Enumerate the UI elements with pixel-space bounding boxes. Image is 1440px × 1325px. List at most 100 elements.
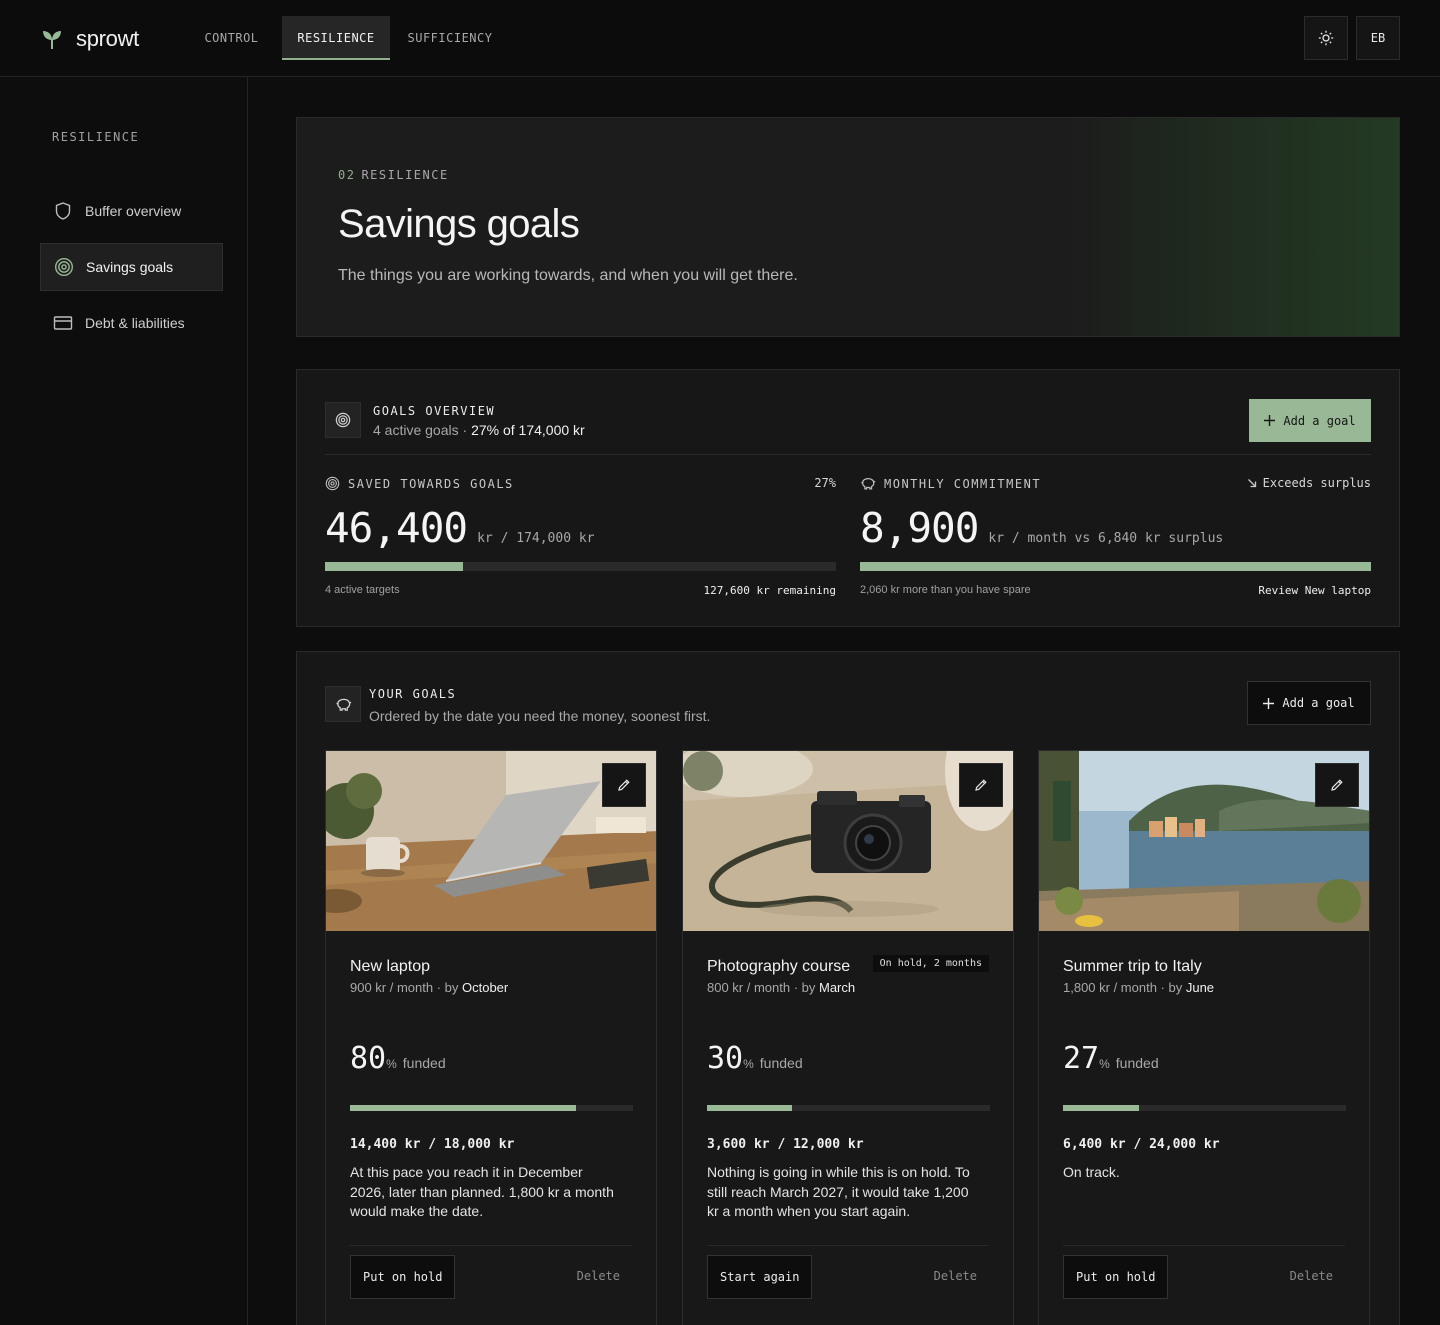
goal-name: New laptop — [350, 958, 431, 975]
overview-subtitle: 4 active goals · 27% of 174,000 kr — [373, 422, 585, 438]
goal-progress-bar — [1063, 1105, 1346, 1111]
monthly-value: 8,900 — [860, 504, 979, 552]
review-new-laptop-link[interactable]: Review New laptop — [1258, 584, 1371, 597]
add-goal-button-secondary[interactable]: Add a goal — [1247, 681, 1371, 725]
sidebar-item-savings-goals[interactable]: Savings goals — [40, 243, 223, 291]
goal-progress-fill — [350, 1105, 577, 1111]
goal-card-photography-course: Photography course On hold, 2 months 800… — [682, 750, 1014, 1325]
goal-percent-sign: % — [386, 1057, 397, 1071]
goal-funded-label: funded — [402, 1055, 446, 1071]
logo[interactable]: sprowt — [42, 26, 139, 52]
goal-funded-label: funded — [759, 1055, 803, 1071]
tab-control[interactable]: CONTROL — [189, 16, 274, 60]
put-on-hold-button[interactable]: Put on hold — [350, 1255, 456, 1299]
sun-icon — [1318, 30, 1334, 46]
goal-progress-fill — [1063, 1105, 1140, 1111]
goal-name: Summer trip to Italy — [1063, 958, 1202, 975]
exceeds-surplus-flag: Exceeds surplus — [1247, 476, 1371, 490]
sidebar-item-label: Savings goals — [86, 259, 174, 275]
monthly-amount: 8,900 kr / month vs 6,840 kr surplus — [860, 504, 1223, 552]
saved-unit: kr / 174,000 kr — [477, 531, 595, 546]
add-goal-label: Add a goal — [1282, 696, 1355, 710]
goal-progress-fill — [707, 1105, 792, 1111]
goal-card-summer-trip-italy: Summer trip to Italy 1,800 kr / month · … — [1038, 750, 1370, 1325]
delete-goal-button[interactable]: Delete — [934, 1269, 977, 1283]
goal-note: Nothing is going in while this is on hol… — [707, 1164, 970, 1219]
goal-card-new-laptop: New laptop 900 kr / month · by October 8… — [325, 750, 657, 1325]
sidebar: RESILIENCE Buffer overview Savings goals… — [0, 77, 248, 1325]
target-icon — [335, 412, 351, 428]
goal-amount: 6,400 kr / 24,000 kr — [1063, 1137, 1220, 1152]
overview-goal-count: 4 active goals · — [373, 422, 472, 438]
goal-amount: 14,400 kr / 18,000 kr — [350, 1137, 515, 1152]
goal-progress-bar — [707, 1105, 990, 1111]
monthly-label-text: MONTHLY COMMITMENT — [884, 476, 1042, 491]
goal-percent-sign: % — [1099, 1057, 1110, 1071]
goal-target-month: October — [462, 980, 509, 995]
goal-percent: 30 — [707, 1041, 744, 1076]
goal-funded: 80 % funded — [350, 1041, 446, 1076]
saved-label: SAVED TOWARDS GOALS — [325, 476, 514, 491]
saved-progress-bar — [325, 562, 836, 571]
edit-goal-button[interactable] — [602, 763, 646, 807]
delete-goal-button[interactable]: Delete — [577, 1269, 620, 1283]
goal-name: Photography course — [707, 958, 851, 975]
saved-percent: 27% — [814, 476, 836, 490]
goal-monthly-rate: 900 kr / month · by — [350, 980, 462, 995]
your-goals-title: YOUR GOALS — [369, 687, 457, 701]
card-icon — [53, 316, 73, 330]
start-again-button[interactable]: Start again — [707, 1255, 813, 1299]
monthly-unit: kr / month vs 6,840 kr surplus — [988, 531, 1224, 546]
goal-image-italy — [1039, 751, 1369, 931]
tab-sufficiency[interactable]: SUFFICIENCY — [390, 16, 510, 60]
edit-goal-button[interactable] — [1315, 763, 1359, 807]
edit-goal-button[interactable] — [959, 763, 1003, 807]
delete-goal-button[interactable]: Delete — [1290, 1269, 1333, 1283]
your-goals-subtitle: Ordered by the date you need the money, … — [369, 708, 711, 724]
on-hold-badge: On hold, 2 months — [872, 955, 989, 972]
saved-remaining: 127,600 kr remaining — [703, 584, 836, 597]
goal-funded-label: funded — [1115, 1055, 1159, 1071]
add-goal-button[interactable]: Add a goal — [1249, 399, 1371, 442]
page-hero: 02 RESILIENCE Savings goals The things yo… — [296, 117, 1400, 337]
sidebar-item-label: Buffer overview — [85, 203, 182, 219]
goal-target-month: March — [819, 980, 856, 995]
arrow-down-right-icon — [1247, 479, 1256, 488]
goal-image-camera — [683, 751, 1013, 931]
goal-target-month: June — [1185, 980, 1215, 995]
monthly-progress-fill — [860, 562, 1371, 571]
saved-value: 46,400 — [325, 504, 468, 552]
tab-resilience[interactable]: RESILIENCE — [282, 16, 390, 60]
exceeds-surplus-text: Exceeds surplus — [1262, 476, 1371, 490]
goals-badge — [325, 686, 361, 722]
user-avatar-button[interactable]: EB — [1356, 16, 1400, 60]
goal-monthly-rate: 800 kr / month · by — [707, 980, 819, 995]
saved-label-text: SAVED TOWARDS GOALS — [348, 476, 514, 491]
page-title: Savings goals — [338, 202, 580, 246]
goal-schedule: 1,800 kr / month · by June — [1063, 980, 1214, 995]
goal-image-laptop — [326, 751, 656, 931]
goal-funded: 30 % funded — [707, 1041, 803, 1076]
target-icon — [325, 476, 340, 491]
goal-note: At this pace you reach it in December 20… — [350, 1164, 614, 1219]
app-name: sprowt — [76, 26, 139, 51]
main-nav: CONTROL RESILIENCE SUFFICIENCY — [189, 16, 510, 60]
goal-schedule: 900 kr / month · by October — [350, 980, 508, 995]
put-on-hold-button[interactable]: Put on hold — [1063, 1255, 1169, 1299]
sprout-icon — [43, 31, 61, 49]
theme-toggle-button[interactable] — [1304, 16, 1348, 60]
page-subtitle: The things you are working towards, and … — [338, 267, 798, 284]
piggy-bank-icon — [335, 698, 351, 711]
saved-progress-fill — [325, 562, 463, 571]
sidebar-item-debt-liabilities[interactable]: Debt & liabilities — [40, 299, 223, 347]
avatar-initials: EB — [1370, 31, 1386, 45]
section-number: 02 — [338, 168, 356, 182]
goal-monthly-rate: 1,800 kr / month · by — [1063, 980, 1186, 995]
goal-amount: 3,600 kr / 12,000 kr — [707, 1137, 864, 1152]
target-icon — [54, 257, 74, 277]
sidebar-item-buffer-overview[interactable]: Buffer overview — [40, 187, 223, 235]
piggy-bank-icon — [861, 477, 876, 490]
sidebar-heading: RESILIENCE — [52, 130, 140, 144]
goal-progress-bar — [350, 1105, 633, 1111]
divider — [1063, 1245, 1345, 1246]
